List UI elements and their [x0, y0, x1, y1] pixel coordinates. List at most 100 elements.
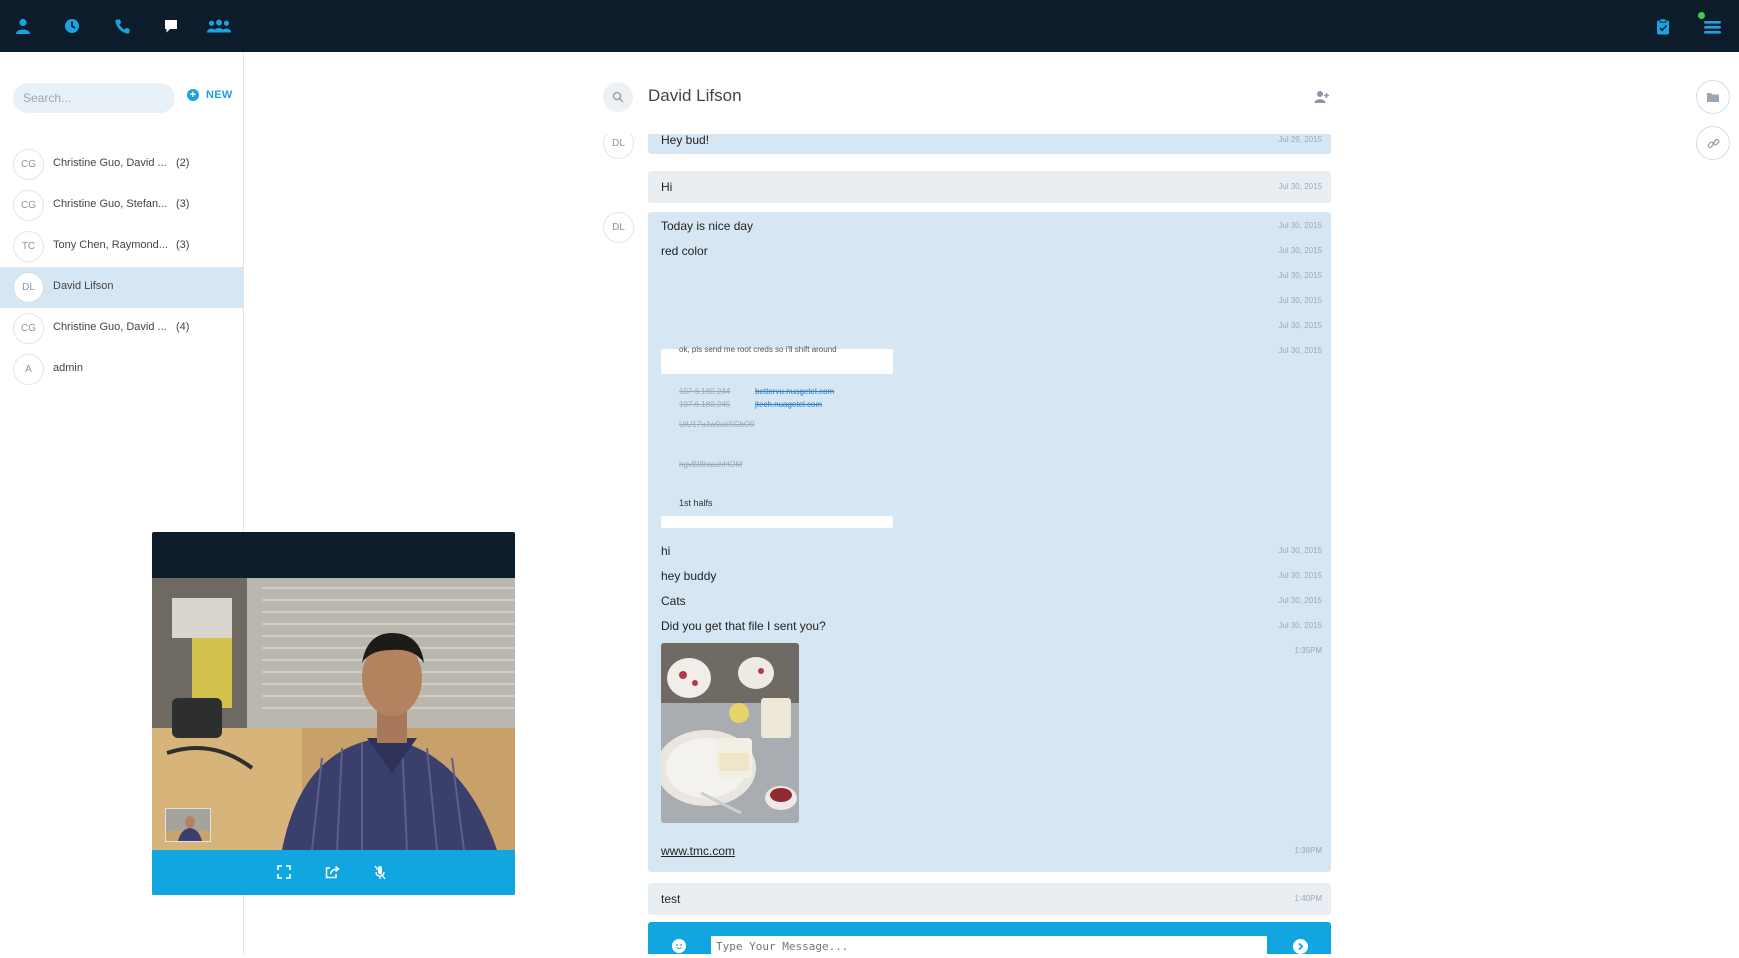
message-timestamp: Jul 30, 2015: [1278, 182, 1322, 191]
folder-icon: [1707, 93, 1719, 102]
fullscreen-button[interactable]: [275, 863, 293, 881]
person-icon[interactable]: [10, 13, 36, 39]
add-participant-button[interactable]: [1313, 88, 1331, 106]
snippet-code: hgvBI8htashHOM: [679, 460, 743, 469]
avatar: CG: [13, 313, 44, 344]
message-text: Hey bud!: [661, 134, 710, 147]
message-timestamp: 1:38PM: [1294, 846, 1322, 855]
conversation-item-active[interactable]: DL David Lifson: [0, 267, 244, 308]
snippet-ip: 107.6.180.245: [679, 400, 731, 409]
clock-icon[interactable]: [59, 13, 85, 39]
message-timestamp: Jul 30, 2015: [1278, 271, 1322, 280]
conversation-item[interactable]: CG Christine Guo, David ... (4): [0, 308, 244, 349]
video-controls: [152, 850, 515, 895]
message-timestamp: Jul 30, 2015: [1278, 621, 1322, 630]
top-navigation-bar: [0, 0, 1739, 52]
emoji-button[interactable]: [672, 939, 686, 953]
message-timestamp: 1:40PM: [1294, 894, 1322, 903]
plus-icon: +: [187, 89, 199, 101]
conversation-count: (4): [176, 321, 190, 333]
avatar: CG: [13, 149, 44, 180]
conversation-name: David Lifson: [53, 280, 114, 292]
message-text: Hi: [661, 180, 673, 194]
video-call-window[interactable]: [152, 532, 515, 895]
avatar: DL: [603, 212, 634, 243]
avatar: CG: [13, 190, 44, 221]
remote-video-feed: [152, 578, 515, 850]
conversation-item[interactable]: TC Tony Chen, Raymond... (3): [0, 226, 244, 267]
conversation-item[interactable]: A admin: [0, 349, 244, 390]
message-bubble: Hey bud! Jul 29, 2015: [648, 134, 1331, 154]
message-text: hi: [661, 544, 671, 558]
mute-microphone-button[interactable]: [371, 863, 389, 881]
avatar: TC: [13, 231, 44, 262]
new-button-label: NEW: [206, 89, 233, 101]
mute-mic-icon: [374, 865, 386, 879]
message-link[interactable]: www.tmc.com: [661, 844, 735, 858]
avatar: A: [13, 354, 44, 385]
message-timestamp: Jul 30, 2015: [1278, 546, 1322, 555]
image-attachment[interactable]: [661, 643, 799, 823]
chat-header: David Lifson: [603, 80, 1331, 118]
conversation-name: Christine Guo, Stefan...: [53, 198, 168, 210]
conversation-item[interactable]: CG Christine Guo, David ... (2): [0, 144, 244, 185]
files-button[interactable]: [1696, 80, 1730, 114]
message-timestamp: Jul 30, 2015: [1278, 596, 1322, 605]
message-text: red color: [661, 244, 708, 258]
message-timestamp: Jul 30, 2015: [1278, 246, 1322, 255]
share-icon: [325, 865, 340, 879]
message-bubble: test 1:40PM: [648, 883, 1331, 915]
send-button[interactable]: [1293, 939, 1308, 954]
conversation-count: (3): [176, 198, 190, 210]
group-icon[interactable]: [206, 13, 232, 39]
conversation-list: CG Christine Guo, David ... (2) CG Chris…: [0, 144, 244, 390]
avatar: DL: [13, 272, 44, 303]
snippet-header-text: ok, pls send me root creds so i'll shift…: [679, 345, 837, 354]
search-input[interactable]: [13, 83, 175, 113]
conversation-name: Christine Guo, David ...: [53, 157, 167, 169]
snippet-host-link[interactable]: jtech.nuagetel.com: [755, 400, 822, 409]
conversation-name: Christine Guo, David ...: [53, 321, 167, 333]
conversation-count: (2): [176, 157, 190, 169]
message-composer: [648, 922, 1331, 956]
phone-icon[interactable]: [109, 13, 135, 39]
conversation-name: admin: [53, 362, 83, 374]
message-text: hey buddy: [661, 569, 717, 583]
clipboard-icon[interactable]: [1650, 13, 1676, 39]
message-text: Today is nice day: [661, 219, 754, 233]
add-user-icon: [1314, 91, 1329, 103]
snippet-code: UiU17uJw0akSCbO9: [679, 420, 755, 429]
message-text: Did you get that file I sent you?: [661, 619, 826, 633]
links-button[interactable]: [1696, 126, 1730, 160]
chat-title: David Lifson: [648, 86, 742, 105]
self-view-thumbnail[interactable]: [165, 808, 211, 842]
conversation-item[interactable]: CG Christine Guo, Stefan... (3): [0, 185, 244, 226]
search-icon: [612, 91, 624, 103]
chat-bubble-icon[interactable]: [158, 13, 184, 39]
fullscreen-icon: [277, 865, 291, 879]
share-screen-button[interactable]: [323, 863, 341, 881]
new-conversation-button[interactable]: + NEW: [187, 89, 233, 101]
chat-search-button[interactable]: [603, 82, 633, 112]
message-timestamp: Jul 29, 2015: [1278, 135, 1322, 144]
message-timestamp: Jul 30, 2015: [1278, 221, 1322, 230]
message-text: Cats: [661, 594, 686, 608]
message-timestamp: Jul 30, 2015: [1278, 321, 1322, 330]
message-text: test: [661, 892, 681, 906]
avatar: DL: [603, 134, 634, 159]
message-timestamp: Jul 30, 2015: [1278, 346, 1322, 355]
snippet-note: 1st halfs: [679, 498, 713, 508]
online-status-dot: [1698, 12, 1705, 19]
message-list: DL Hey bud! Jul 29, 2015 Hi Jul 30, 2015…: [603, 134, 1331, 954]
conversation-name: Tony Chen, Raymond...: [53, 239, 168, 251]
message-timestamp: Jul 30, 2015: [1278, 296, 1322, 305]
message-group: Today is nice day Jul 30, 2015 red color…: [648, 212, 1331, 872]
message-timestamp: Jul 30, 2015: [1278, 571, 1322, 580]
link-icon: [1707, 138, 1719, 148]
send-arrow-icon: [1298, 942, 1304, 951]
message-timestamp: 1:35PM: [1294, 646, 1322, 655]
message-bubble: Hi Jul 30, 2015: [648, 171, 1331, 203]
message-input[interactable]: [711, 936, 1267, 956]
snippet-footer: [661, 516, 893, 528]
snippet-host-link[interactable]: bettervu.nuagetel.com: [755, 387, 834, 396]
